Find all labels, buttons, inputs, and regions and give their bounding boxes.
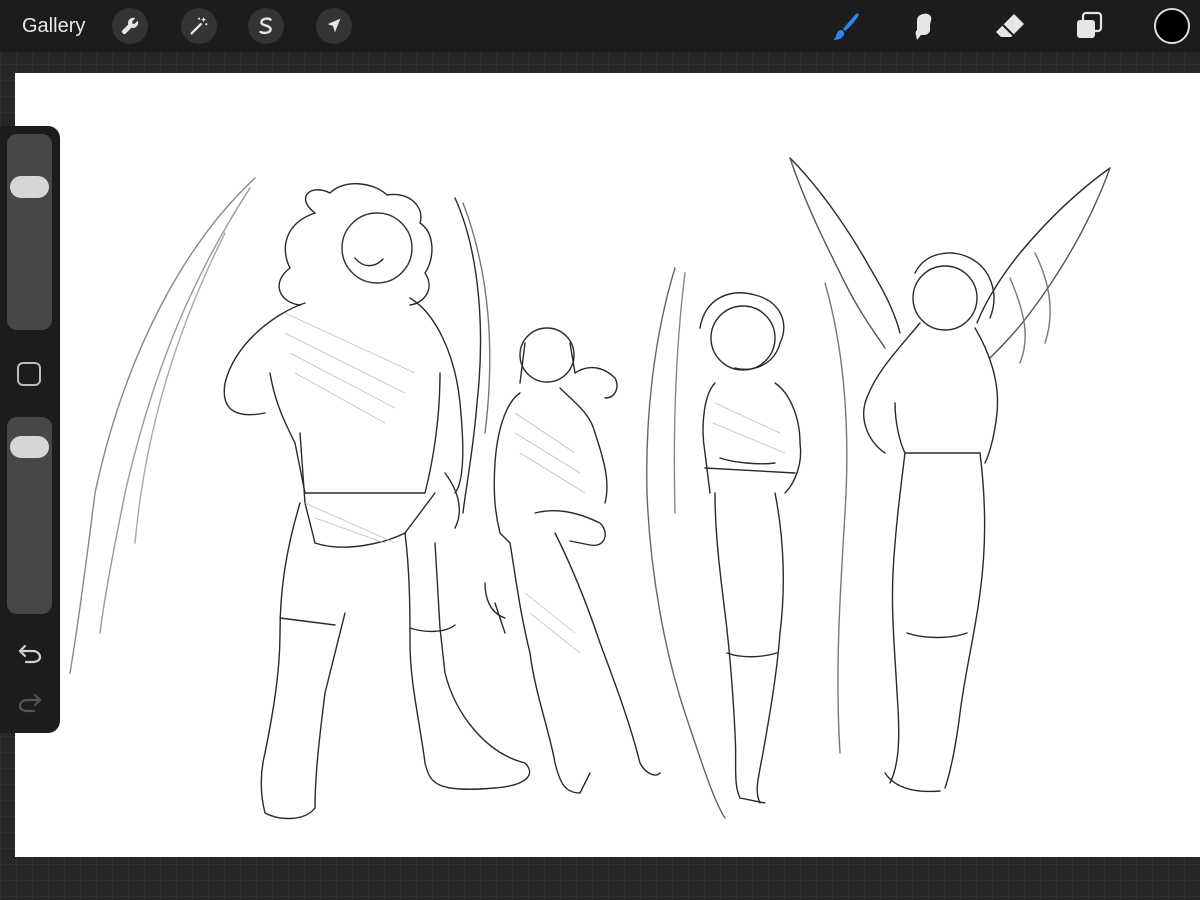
opacity-thumb[interactable]	[10, 436, 49, 459]
redo-button[interactable]	[14, 687, 46, 719]
top-toolbar: Gallery	[0, 0, 1200, 52]
magic-wand-icon	[190, 16, 208, 35]
left-sidebar	[0, 126, 60, 733]
adjustments-button[interactable]	[181, 8, 217, 44]
transform-arrow-icon	[327, 18, 341, 33]
selection-s-icon	[259, 17, 272, 35]
eraser-icon	[996, 14, 1024, 37]
color-picker-button[interactable]	[1154, 8, 1190, 44]
smudge-tool-button[interactable]	[904, 6, 944, 46]
actions-button[interactable]	[112, 8, 148, 44]
gallery-button[interactable]: Gallery	[22, 12, 85, 40]
modify-button[interactable]	[17, 362, 41, 386]
drawing-canvas[interactable]	[15, 73, 1200, 857]
eraser-tool-button[interactable]	[990, 6, 1030, 46]
wrench-icon	[121, 17, 139, 35]
undo-icon	[18, 644, 42, 664]
layers-icon	[1077, 11, 1103, 38]
selection-button[interactable]	[248, 8, 284, 44]
brush-tool-button[interactable]	[826, 6, 866, 46]
layers-button[interactable]	[1069, 6, 1109, 46]
opacity-slider[interactable]	[7, 417, 52, 614]
undo-button[interactable]	[14, 638, 46, 670]
brush-size-thumb[interactable]	[10, 175, 49, 198]
brush-size-slider[interactable]	[7, 134, 52, 330]
redo-icon	[18, 693, 42, 713]
brush-icon	[833, 13, 859, 40]
sketch-artwork	[69, 157, 1111, 820]
transform-button[interactable]	[316, 8, 352, 44]
smudge-icon	[915, 13, 932, 40]
